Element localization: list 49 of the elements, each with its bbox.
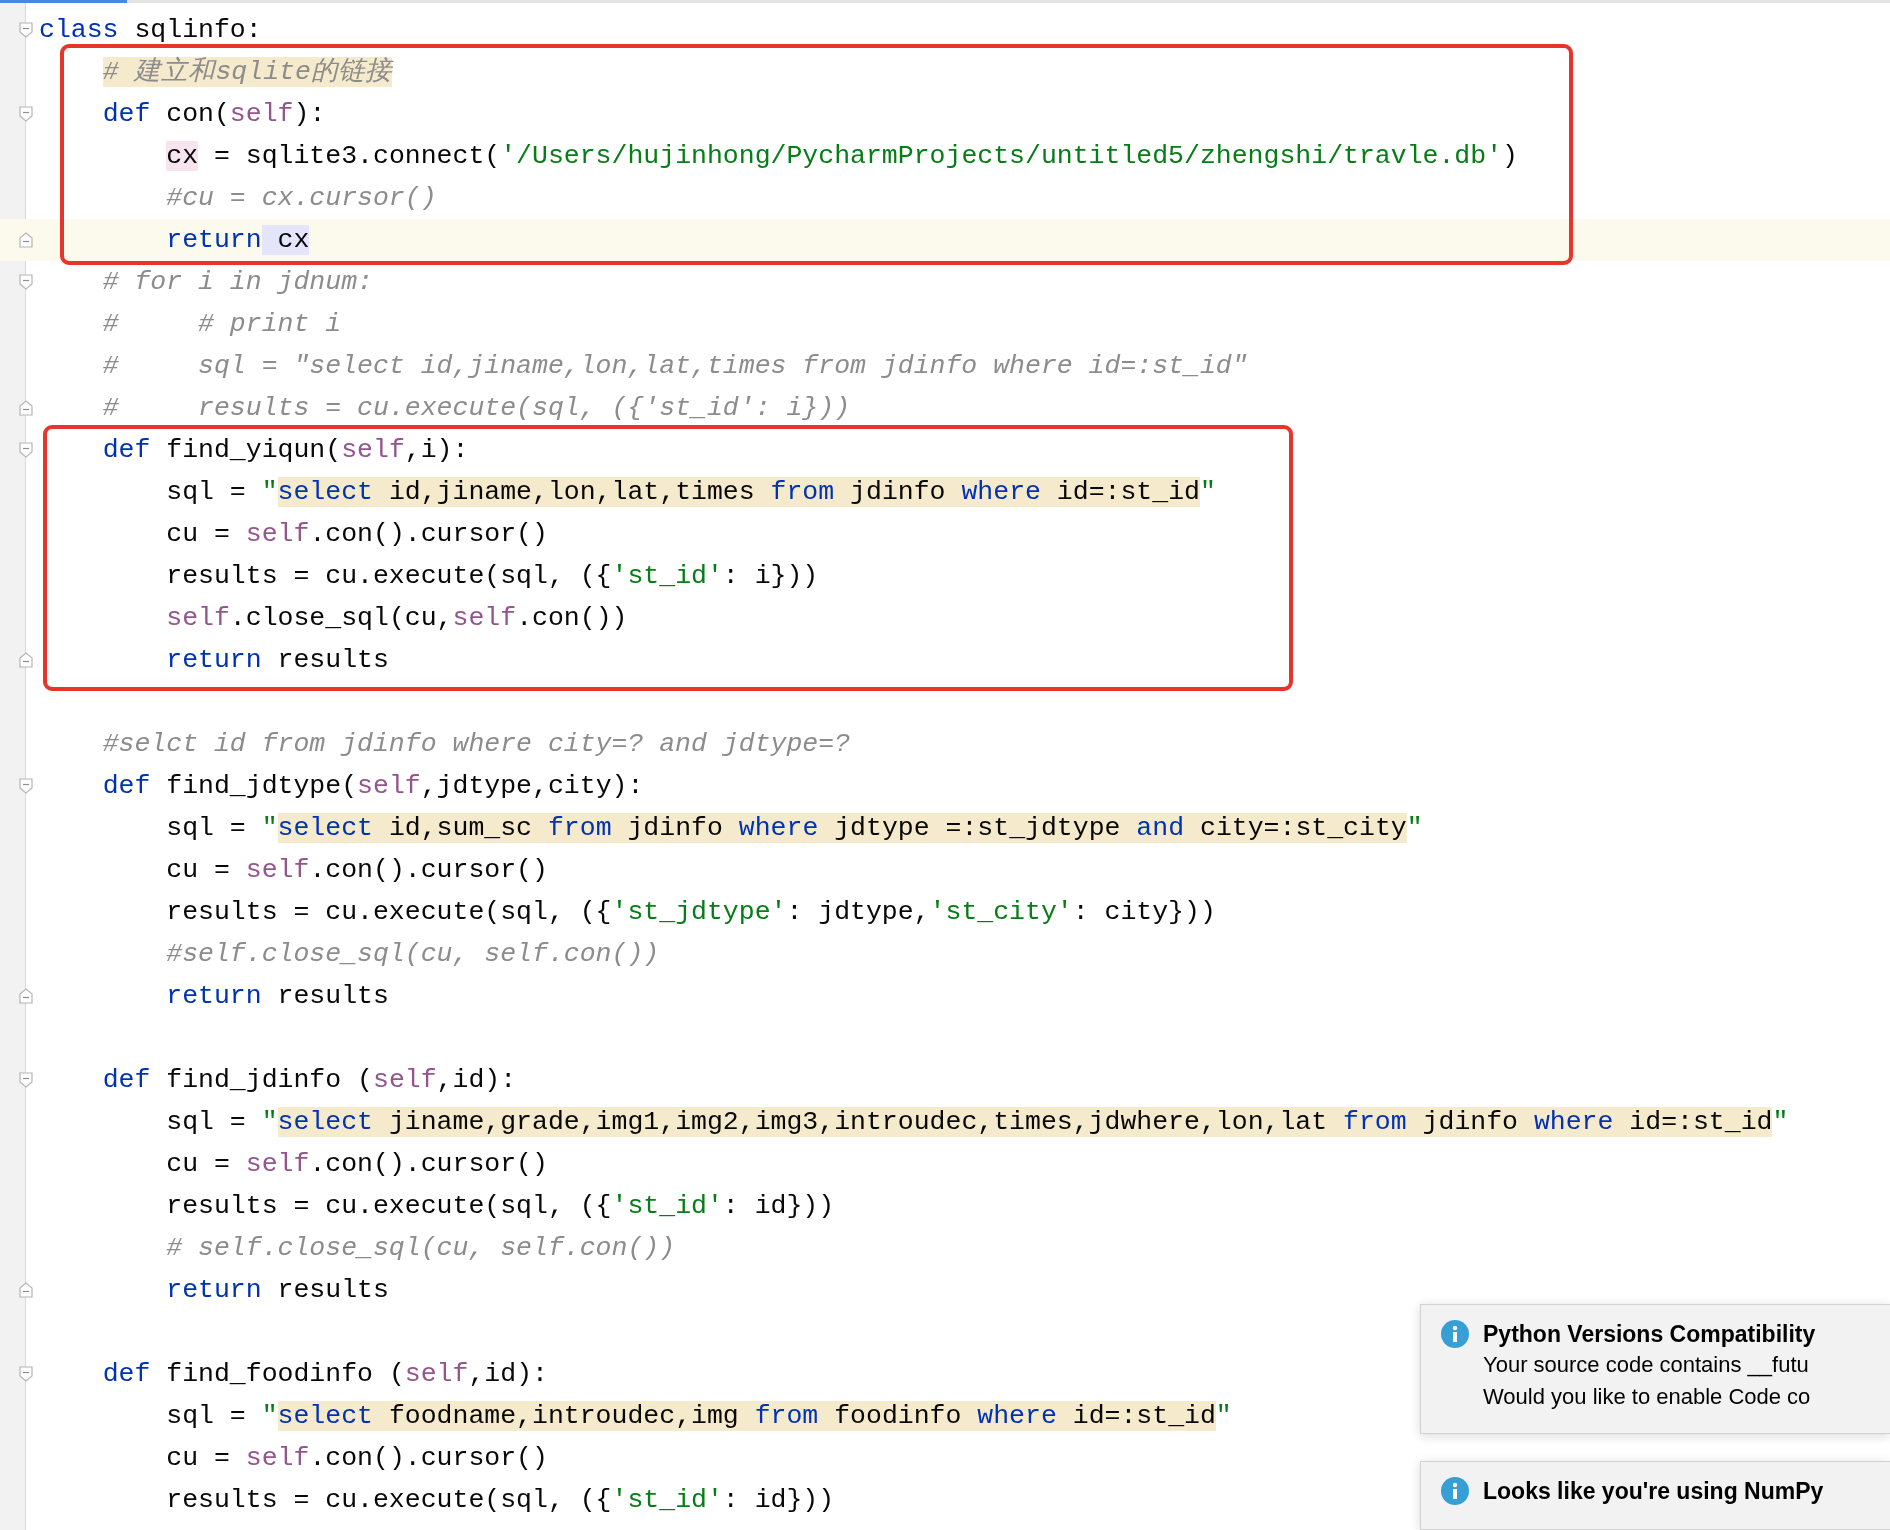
fold-marker-icon[interactable] [19, 232, 33, 248]
fold-marker-icon[interactable] [19, 1366, 33, 1382]
code-line: # self.close_sql(cu, self.con()) [165, 1232, 676, 1265]
fold-marker-icon[interactable] [19, 106, 33, 122]
fold-marker-icon[interactable] [19, 442, 33, 458]
notification-title: Looks like you're using NumPy [1483, 1477, 1824, 1506]
code-line: #selct id from jdinfo where city=? and jdtype=? [101, 728, 851, 761]
code-line: def find_foodinfo (self,id): [101, 1358, 548, 1391]
fold-marker-icon[interactable] [19, 22, 33, 38]
code-line: cu = self.con().cursor() [165, 1148, 548, 1181]
code-line: return results [165, 980, 389, 1013]
code-line: sql = "select foodname,introudec,img from foodinfo where id=:st_id" [165, 1400, 1232, 1433]
fold-marker-icon[interactable] [19, 274, 33, 290]
code-line: # # print i [101, 308, 342, 341]
fold-marker-icon[interactable] [19, 1282, 33, 1298]
code-line: cu = self.con().cursor() [165, 854, 548, 887]
code-line: self.close_sql(cu,self.con()) [165, 602, 628, 635]
code-line: cu = self.con().cursor() [165, 1442, 548, 1475]
code-line: return results [165, 644, 389, 677]
code-line: results = cu.execute(sql, ({'st_jdtype': jdtype,'st_city': city})) [165, 896, 1216, 929]
fold-marker-icon[interactable] [19, 988, 33, 1004]
notification-text: Would you like to enable Code co [1483, 1383, 1812, 1411]
notification-text: Your source code contains __futu [1483, 1351, 1810, 1379]
code-line: results = cu.execute(sql, ({'st_id': i})) [165, 560, 819, 593]
code-line: class sqlinfo: [39, 14, 262, 47]
fold-marker-icon[interactable] [19, 778, 33, 794]
fold-marker-icon[interactable] [19, 400, 33, 416]
code-line: #cu = cx.cursor() [165, 182, 437, 215]
info-icon [1441, 1320, 1469, 1348]
code-line: sql = "select id,jiname,lon,lat,times from jdinfo where id=:st_id" [165, 476, 1216, 509]
code-line: def find_jdinfo (self,id): [101, 1064, 517, 1097]
code-line: def find_jdtype(self,jdtype,city): [101, 770, 644, 803]
code-line: # sql = "select id,jiname,lon,lat,times from jdinfo where id=:st_id" [101, 350, 1248, 383]
code-line: # for i in jdnum: [101, 266, 373, 299]
code-line: # results = cu.execute(sql, ({'st_id': i})) [101, 392, 851, 425]
code-line: sql = "select id,sum_sc from jdinfo where jdtype =:st_jdtype and city=:st_city" [165, 812, 1423, 845]
notification-title: Python Versions Compatibility [1483, 1320, 1816, 1349]
code-line: def find_yiqun(self,i): [101, 434, 469, 467]
fold-marker-icon[interactable] [19, 1072, 33, 1088]
code-line: def con(self): [101, 98, 326, 131]
code-line: results = cu.execute(sql, ({'st_id': id})) [165, 1190, 835, 1223]
code-line: cx = sqlite3.connect('/Users/hujinhong/PycharmProjects/untitled5/zhengshi/travle.db') [165, 140, 1518, 173]
code-line: return cx [165, 224, 310, 257]
code-line: cu = self.con().cursor() [165, 518, 548, 551]
code-line: #self.close_sql(cu, self.con()) [165, 938, 660, 971]
info-icon [1441, 1477, 1469, 1505]
fold-marker-icon[interactable] [19, 652, 33, 668]
code-line: results = cu.execute(sql, ({'st_id': id})) [165, 1484, 835, 1517]
code-line: return results [165, 1274, 389, 1307]
